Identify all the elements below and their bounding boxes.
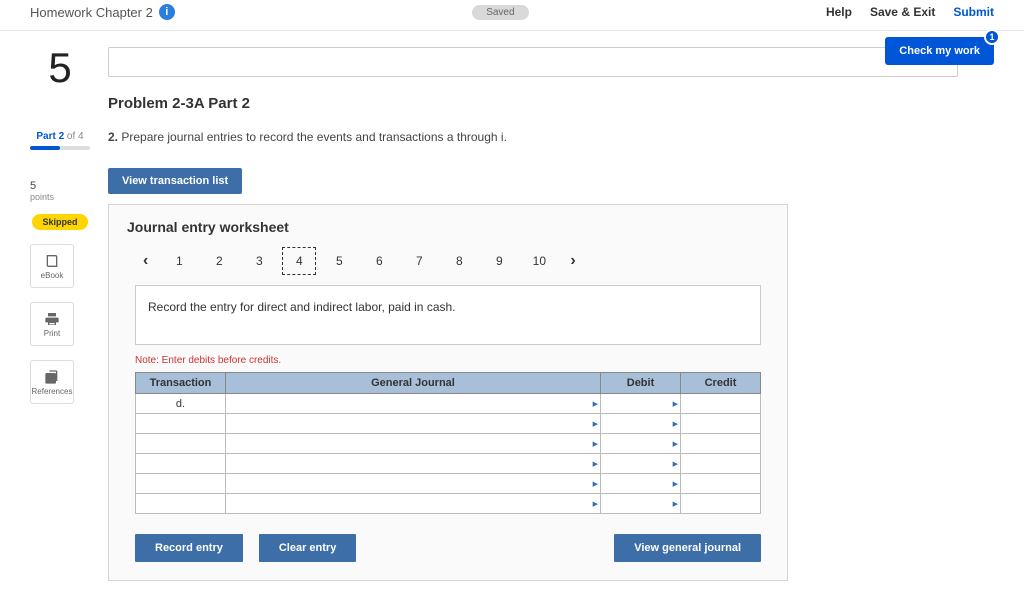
submit-link[interactable]: Submit — [953, 5, 994, 19]
info-icon[interactable]: i — [159, 4, 175, 20]
col-credit: Credit — [681, 373, 761, 394]
view-general-journal-button[interactable]: View general journal — [614, 534, 761, 562]
step-10[interactable]: 10 — [522, 248, 556, 274]
references-icon — [44, 369, 60, 385]
table-row: ▶▶ — [136, 434, 761, 454]
debits-note: Note: Enter debits before credits. — [135, 355, 761, 366]
problem-instructions: 2. Prepare journal entries to record the… — [108, 130, 994, 144]
cell-transaction[interactable] — [136, 434, 226, 454]
step-3[interactable]: 3 — [242, 248, 276, 274]
cell-general-journal[interactable]: ▶ — [226, 394, 601, 414]
cell-credit[interactable] — [681, 494, 761, 514]
references-label: References — [32, 387, 73, 396]
table-row: ▶▶ — [136, 474, 761, 494]
cell-debit[interactable]: ▶ — [601, 414, 681, 434]
cell-credit[interactable] — [681, 434, 761, 454]
step-8[interactable]: 8 — [442, 248, 476, 274]
references-button[interactable]: References — [30, 360, 74, 404]
ebook-button[interactable]: eBook — [30, 244, 74, 288]
cell-general-journal[interactable]: ▶ — [226, 414, 601, 434]
table-row: ▶▶ — [136, 454, 761, 474]
cell-credit[interactable] — [681, 474, 761, 494]
print-button[interactable]: Print — [30, 302, 74, 346]
cell-transaction[interactable] — [136, 454, 226, 474]
cell-credit[interactable] — [681, 454, 761, 474]
ebook-label: eBook — [41, 271, 64, 280]
cell-debit[interactable]: ▶ — [601, 494, 681, 514]
step-7[interactable]: 7 — [402, 248, 436, 274]
main-area: Check my work 1 5 Part 2 of 4 5 points S… — [0, 31, 1024, 611]
cell-debit[interactable]: ▶ — [601, 434, 681, 454]
col-transaction: Transaction — [136, 373, 226, 394]
problem-title: Problem 2-3A Part 2 — [108, 95, 994, 112]
record-entry-button[interactable]: Record entry — [135, 534, 243, 562]
points-label: points — [30, 192, 90, 202]
table-row: ▶▶ — [136, 414, 761, 434]
worksheet-step-nav: ‹ 12345678910 › — [135, 247, 761, 275]
col-general-journal: General Journal — [226, 373, 601, 394]
part-label: Part 2 of 4 — [30, 131, 90, 142]
top-right-links: Help Save & Exit Submit — [826, 5, 994, 19]
cell-transaction[interactable]: d. — [136, 394, 226, 414]
print-label: Print — [44, 329, 60, 338]
step-4[interactable]: 4 — [282, 247, 316, 275]
prev-step-arrow[interactable]: ‹ — [135, 248, 156, 274]
saved-status-pill: Saved — [472, 5, 528, 20]
clear-entry-button[interactable]: Clear entry — [259, 534, 356, 562]
col-debit: Debit — [601, 373, 681, 394]
cell-transaction[interactable] — [136, 474, 226, 494]
content-column: Problem 2-3A Part 2 2. Prepare journal e… — [108, 47, 994, 581]
points-value: 5 — [30, 180, 90, 192]
cell-debit[interactable]: ▶ — [601, 454, 681, 474]
step-6[interactable]: 6 — [362, 248, 396, 274]
save-exit-link[interactable]: Save & Exit — [870, 5, 935, 19]
check-my-work-button[interactable]: Check my work 1 — [885, 37, 994, 65]
part-progress-bar — [30, 146, 90, 150]
cell-debit[interactable]: ▶ — [601, 394, 681, 414]
table-row: d.▶▶ — [136, 394, 761, 414]
question-number: 5 — [30, 47, 90, 89]
print-icon — [44, 311, 60, 327]
points-block: 5 points — [30, 180, 90, 202]
cell-credit[interactable] — [681, 394, 761, 414]
cell-general-journal[interactable]: ▶ — [226, 454, 601, 474]
view-transaction-list-button[interactable]: View transaction list — [108, 168, 242, 194]
cell-general-journal[interactable]: ▶ — [226, 434, 601, 454]
journal-worksheet-panel: Journal entry worksheet ‹ 12345678910 › … — [108, 204, 788, 581]
top-bar: Homework Chapter 2 i Saved Help Save & E… — [0, 0, 1024, 31]
check-my-work-badge: 1 — [984, 29, 1000, 45]
step-2[interactable]: 2 — [202, 248, 236, 274]
assignment-title: Homework Chapter 2 — [30, 5, 153, 20]
skipped-badge: Skipped — [32, 214, 87, 230]
check-my-work-label: Check my work — [899, 45, 980, 57]
cell-general-journal[interactable]: ▶ — [226, 494, 601, 514]
worksheet-title: Journal entry worksheet — [127, 219, 769, 235]
cell-transaction[interactable] — [136, 494, 226, 514]
cell-transaction[interactable] — [136, 414, 226, 434]
step-1[interactable]: 1 — [162, 248, 196, 274]
table-row: ▶▶ — [136, 494, 761, 514]
answer-input[interactable] — [108, 47, 958, 77]
cell-debit[interactable]: ▶ — [601, 474, 681, 494]
worksheet-button-row: Record entry Clear entry View general jo… — [135, 534, 761, 562]
journal-table: Transaction General Journal Debit Credit… — [135, 372, 761, 514]
book-icon — [44, 253, 60, 269]
step-5[interactable]: 5 — [322, 248, 356, 274]
left-sidebar: 5 Part 2 of 4 5 points Skipped eBook Pri… — [30, 47, 90, 581]
step-9[interactable]: 9 — [482, 248, 516, 274]
cell-general-journal[interactable]: ▶ — [226, 474, 601, 494]
help-link[interactable]: Help — [826, 5, 852, 19]
next-step-arrow[interactable]: › — [562, 248, 583, 274]
entry-description-box: Record the entry for direct and indirect… — [135, 285, 761, 345]
cell-credit[interactable] — [681, 414, 761, 434]
